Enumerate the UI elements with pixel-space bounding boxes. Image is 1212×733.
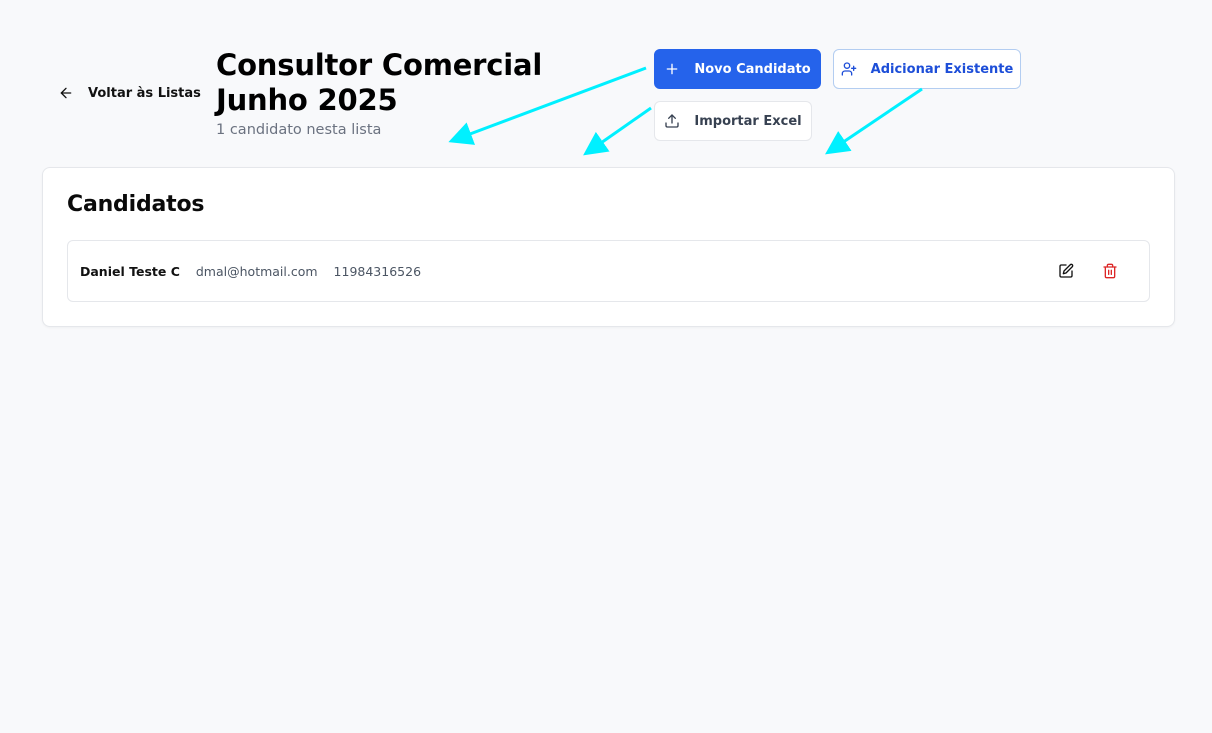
page-title: Consultor Comercial Junho 2025 [216, 48, 543, 117]
back-link-label: Voltar às Listas [88, 85, 201, 101]
edit-icon [1059, 263, 1074, 278]
candidate-phone: 11984316526 [333, 263, 422, 279]
upload-icon [665, 114, 680, 128]
add-existing-button[interactable]: Adicionar Existente [833, 49, 1021, 89]
back-to-lists-link[interactable]: Voltar às Listas [58, 85, 201, 101]
candidates-title: Candidatos [67, 192, 205, 217]
plus-icon [667, 63, 678, 75]
candidate-name: Daniel Teste C [80, 263, 180, 279]
import-excel-button[interactable]: Importar Excel [654, 101, 812, 141]
candidate-actions [1051, 256, 1125, 286]
candidate-email: dmal@hotmail.com [195, 263, 318, 279]
arrow-left-icon [60, 87, 72, 99]
user-plus-icon [841, 62, 856, 76]
trash-icon [1103, 263, 1117, 279]
page: Voltar às Listas Consultor Comercial Jun… [0, 0, 1212, 733]
candidates-card: Candidatos Daniel Teste C dmal@hotmail.c… [42, 167, 1175, 327]
import-excel-label: Importar Excel [694, 113, 802, 129]
edit-candidate-button[interactable] [1051, 256, 1081, 286]
header: Consultor Comercial Junho 2025 1 candida… [216, 48, 636, 138]
new-candidate-label: Novo Candidato [694, 61, 811, 77]
candidate-row[interactable]: Daniel Teste C dmal@hotmail.com 11984316… [67, 240, 1150, 302]
delete-candidate-button[interactable] [1095, 256, 1125, 286]
annotation-arrow [825, 87, 923, 155]
page-subtitle: 1 candidato nesta lista [216, 122, 382, 138]
add-existing-label: Adicionar Existente [870, 61, 1014, 77]
new-candidate-button[interactable]: Novo Candidato [654, 49, 821, 89]
